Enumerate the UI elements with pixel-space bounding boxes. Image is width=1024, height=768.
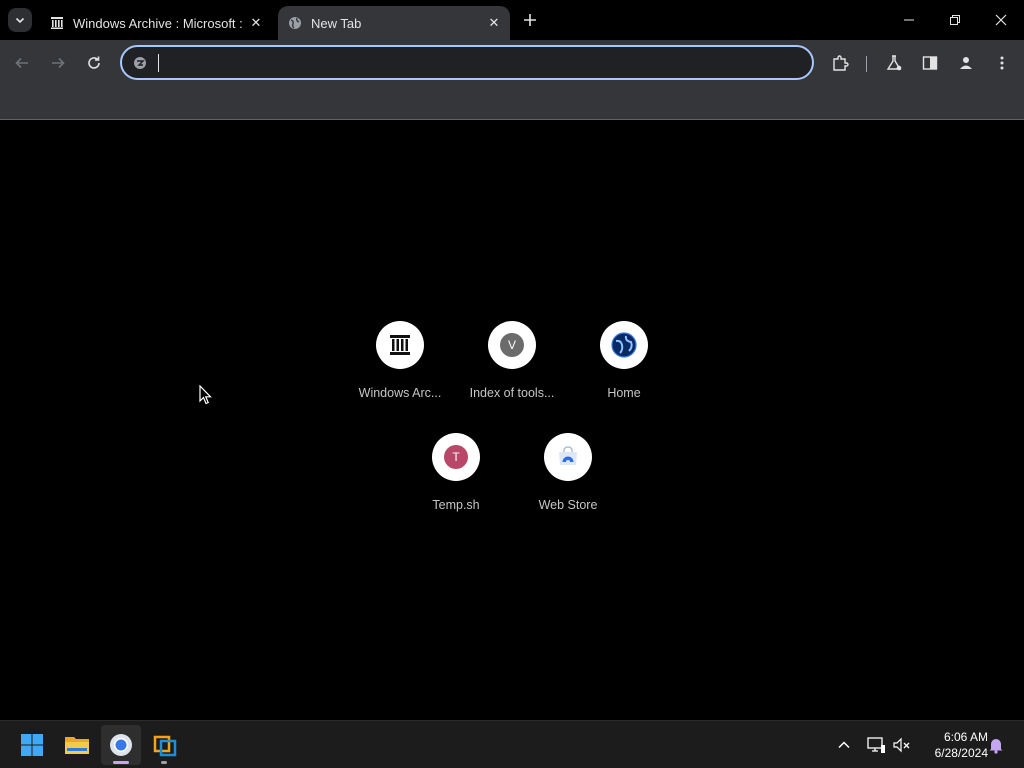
chrome-icon — [110, 734, 132, 756]
minimize-button[interactable] — [886, 0, 932, 40]
letter-icon: T — [444, 445, 468, 469]
volume-muted-icon — [893, 737, 910, 753]
start-button[interactable] — [12, 725, 52, 765]
shortcut-tile[interactable]: Home — [568, 321, 680, 421]
clock-time: 6:06 AM — [943, 730, 988, 744]
bell-icon — [989, 739, 1003, 754]
shortcut-label: Index of tools... — [469, 386, 555, 400]
file-explorer-button[interactable] — [57, 725, 97, 765]
volume-button[interactable] — [890, 733, 914, 757]
labs-button[interactable] — [880, 49, 908, 77]
webstore-icon — [559, 446, 577, 465]
system-clock[interactable]: 6:06 AM 6/28/2024 — [918, 729, 988, 761]
reload-icon — [88, 56, 100, 69]
chrome-taskbar-button[interactable] — [101, 725, 141, 765]
search-engine-icon — [132, 55, 148, 71]
shortcut-label: Windows Arc... — [358, 386, 442, 400]
plus-icon — [524, 14, 536, 26]
shortcut-tile[interactable]: V Index of tools... — [456, 321, 568, 421]
reload-button[interactable] — [80, 49, 108, 77]
shortcut-icon-container: T — [432, 433, 480, 481]
shortcut-icon-container — [544, 433, 592, 481]
shortcut-tile[interactable]: T Temp.sh — [400, 433, 512, 533]
windows-logo-icon — [21, 734, 43, 756]
shortcut-icon-container — [600, 321, 648, 369]
notifications-button[interactable] — [984, 733, 1008, 757]
tab-search-button[interactable] — [8, 8, 32, 32]
profile-icon — [960, 57, 972, 69]
side-panel-button[interactable] — [916, 49, 944, 77]
mouse-cursor-icon — [199, 385, 212, 405]
minimize-icon — [904, 19, 914, 21]
shortcut-label: Web Store — [538, 498, 598, 512]
profile-button[interactable] — [952, 49, 980, 77]
address-input[interactable] — [156, 52, 796, 74]
desktop-screen: Windows Archive : Microsoft : ✕ New Tab … — [0, 0, 1024, 768]
close-window-button[interactable] — [978, 0, 1024, 40]
archive-icon — [49, 15, 65, 31]
tray-overflow-button[interactable] — [832, 733, 856, 757]
virtualbox-taskbar-button[interactable] — [145, 725, 185, 765]
tab-strip: Windows Archive : Microsoft : ✕ New Tab … — [0, 0, 1024, 40]
back-button[interactable] — [8, 49, 36, 77]
text-caret — [158, 54, 159, 72]
shortcut-tile[interactable]: Web Store — [512, 433, 624, 533]
shortcut-icon-container — [376, 321, 424, 369]
shortcut-label: Temp.sh — [432, 498, 480, 512]
taskbar: 6:06 AM 6/28/2024 — [0, 720, 1024, 768]
toolbar-divider — [866, 56, 867, 72]
shortcut-label: Home — [607, 386, 641, 400]
active-app-indicator — [113, 761, 129, 764]
tab-title: Windows Archive : Microsoft : — [73, 15, 243, 31]
puzzle-icon — [833, 55, 849, 71]
tab-title: New Tab — [311, 15, 362, 31]
arrow-right-icon — [52, 57, 65, 69]
shortcut-icon-container: V — [488, 321, 536, 369]
running-app-indicator — [161, 761, 167, 764]
menu-button[interactable] — [988, 49, 1016, 77]
tab-windows-archive[interactable]: Windows Archive : Microsoft : ✕ — [40, 6, 272, 40]
flask-icon — [886, 55, 902, 71]
globe-blue-icon — [611, 332, 637, 358]
network-button[interactable] — [864, 733, 888, 757]
letter-icon: V — [500, 333, 524, 357]
globe-icon — [287, 15, 303, 31]
clock-date: 6/28/2024 — [934, 746, 988, 760]
forward-button[interactable] — [44, 49, 72, 77]
restore-button[interactable] — [932, 0, 978, 40]
network-icon — [867, 737, 885, 753]
virtualbox-icon — [153, 735, 177, 757]
extensions-button[interactable] — [826, 49, 854, 77]
restore-icon — [950, 15, 960, 25]
folder-icon — [65, 737, 89, 754]
chevron-up-icon — [838, 741, 850, 749]
new-tab-page: Windows Arc... V Index of tools... Home … — [0, 121, 1024, 720]
arrow-left-icon — [15, 57, 28, 69]
shortcut-tile[interactable]: Windows Arc... — [344, 321, 456, 421]
close-icon — [995, 14, 1007, 26]
browser-toolbar — [0, 40, 1024, 86]
bookmarks-bar — [0, 86, 1024, 120]
chevron-down-icon — [15, 17, 25, 24]
archive-icon — [390, 335, 410, 355]
omnibox[interactable] — [120, 45, 814, 80]
close-icon[interactable]: ✕ — [486, 15, 502, 31]
tab-new-tab[interactable]: New Tab ✕ — [278, 6, 510, 40]
new-tab-button[interactable] — [518, 8, 542, 32]
more-vert-icon — [1000, 56, 1004, 70]
side-panel-icon — [922, 56, 938, 70]
close-icon[interactable]: ✕ — [248, 15, 264, 31]
